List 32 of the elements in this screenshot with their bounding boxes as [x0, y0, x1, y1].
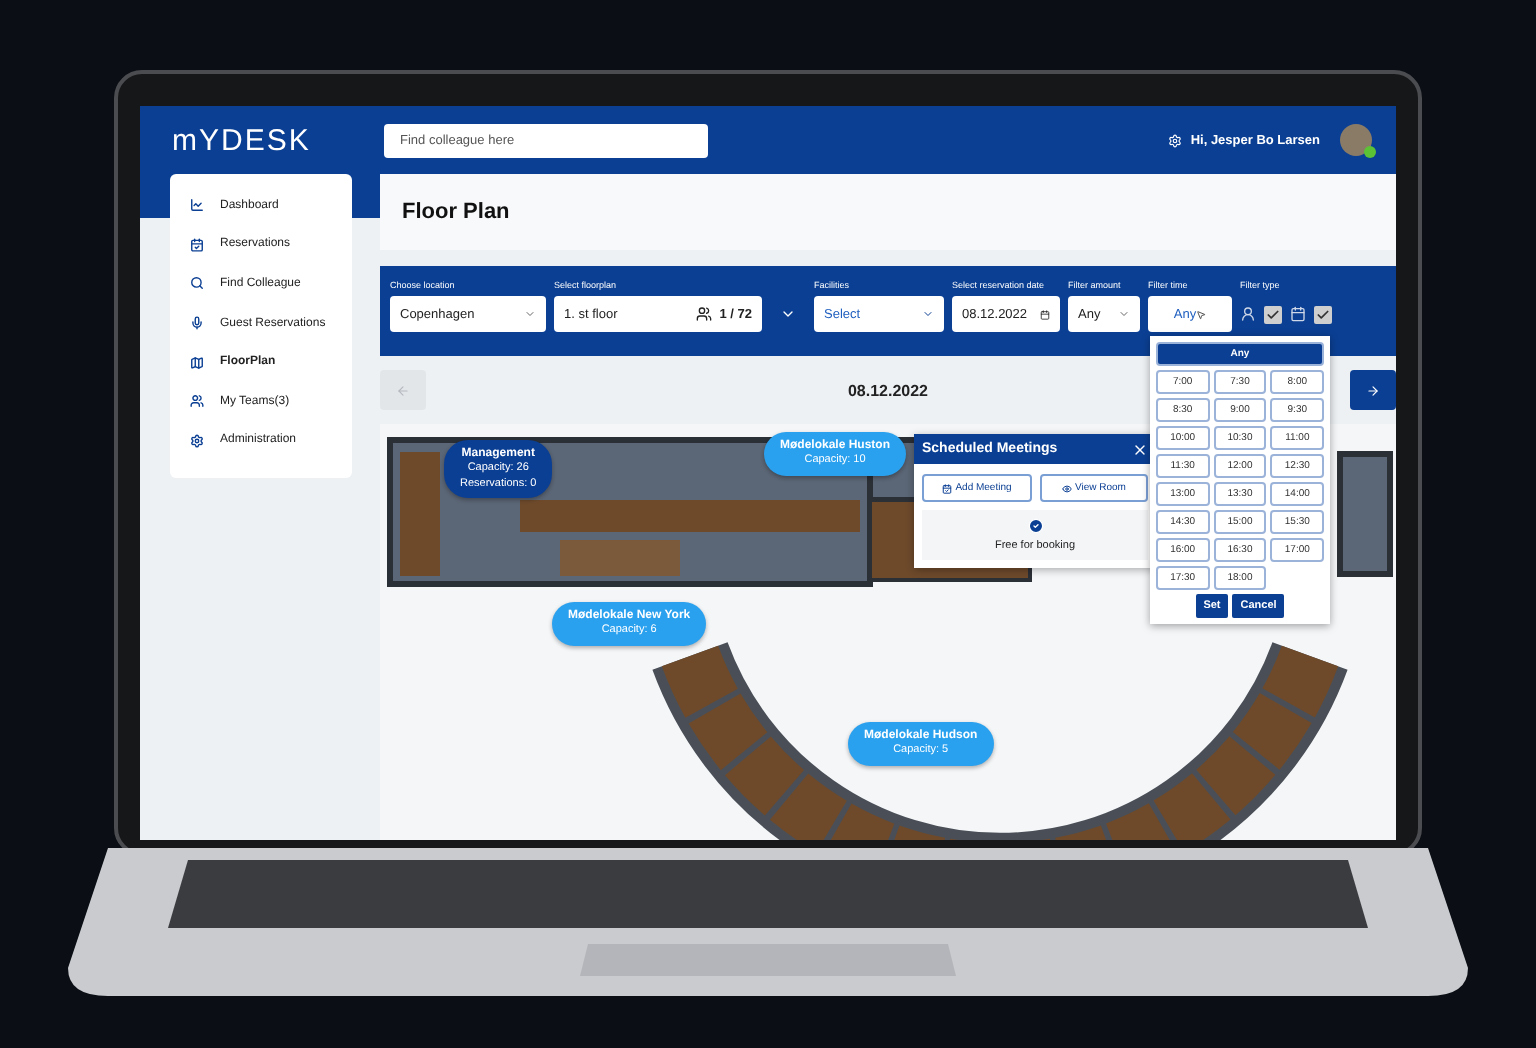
checkbox[interactable] [1314, 305, 1332, 323]
page-title: Floor Plan [402, 200, 510, 224]
calendar-icon [1290, 306, 1306, 322]
users-icon [695, 306, 712, 322]
users-icon [190, 394, 204, 409]
calendar-icon [941, 483, 952, 493]
calendar-icon [190, 237, 204, 252]
check-icon [1027, 518, 1043, 534]
cursor-icon [1196, 309, 1207, 319]
settings-icon[interactable] [1168, 133, 1183, 147]
check-icon [1266, 307, 1280, 321]
settings-icon [190, 433, 204, 448]
calendar-icon [1040, 309, 1050, 319]
chevron-down-icon [780, 306, 796, 322]
close-icon[interactable] [1132, 441, 1148, 457]
map-icon [190, 355, 204, 370]
chart-icon [190, 198, 204, 213]
microphone-icon [190, 316, 204, 331]
chevron-down-icon [922, 308, 934, 320]
chevron-down-icon [1118, 308, 1130, 320]
check-icon [1316, 307, 1330, 321]
arrow-left-icon [396, 383, 410, 397]
chevron-down-icon [524, 308, 536, 320]
checkbox[interactable] [1264, 305, 1282, 323]
current-date: 08.12.2022 [847, 381, 929, 399]
arrow-right-icon [1365, 383, 1380, 397]
search-icon [190, 276, 204, 291]
logo: mYDESK [172, 123, 313, 157]
person-icon [1240, 306, 1256, 322]
avatar[interactable] [1340, 124, 1372, 156]
eye-icon [1061, 483, 1071, 493]
next-button[interactable] [1349, 370, 1396, 410]
